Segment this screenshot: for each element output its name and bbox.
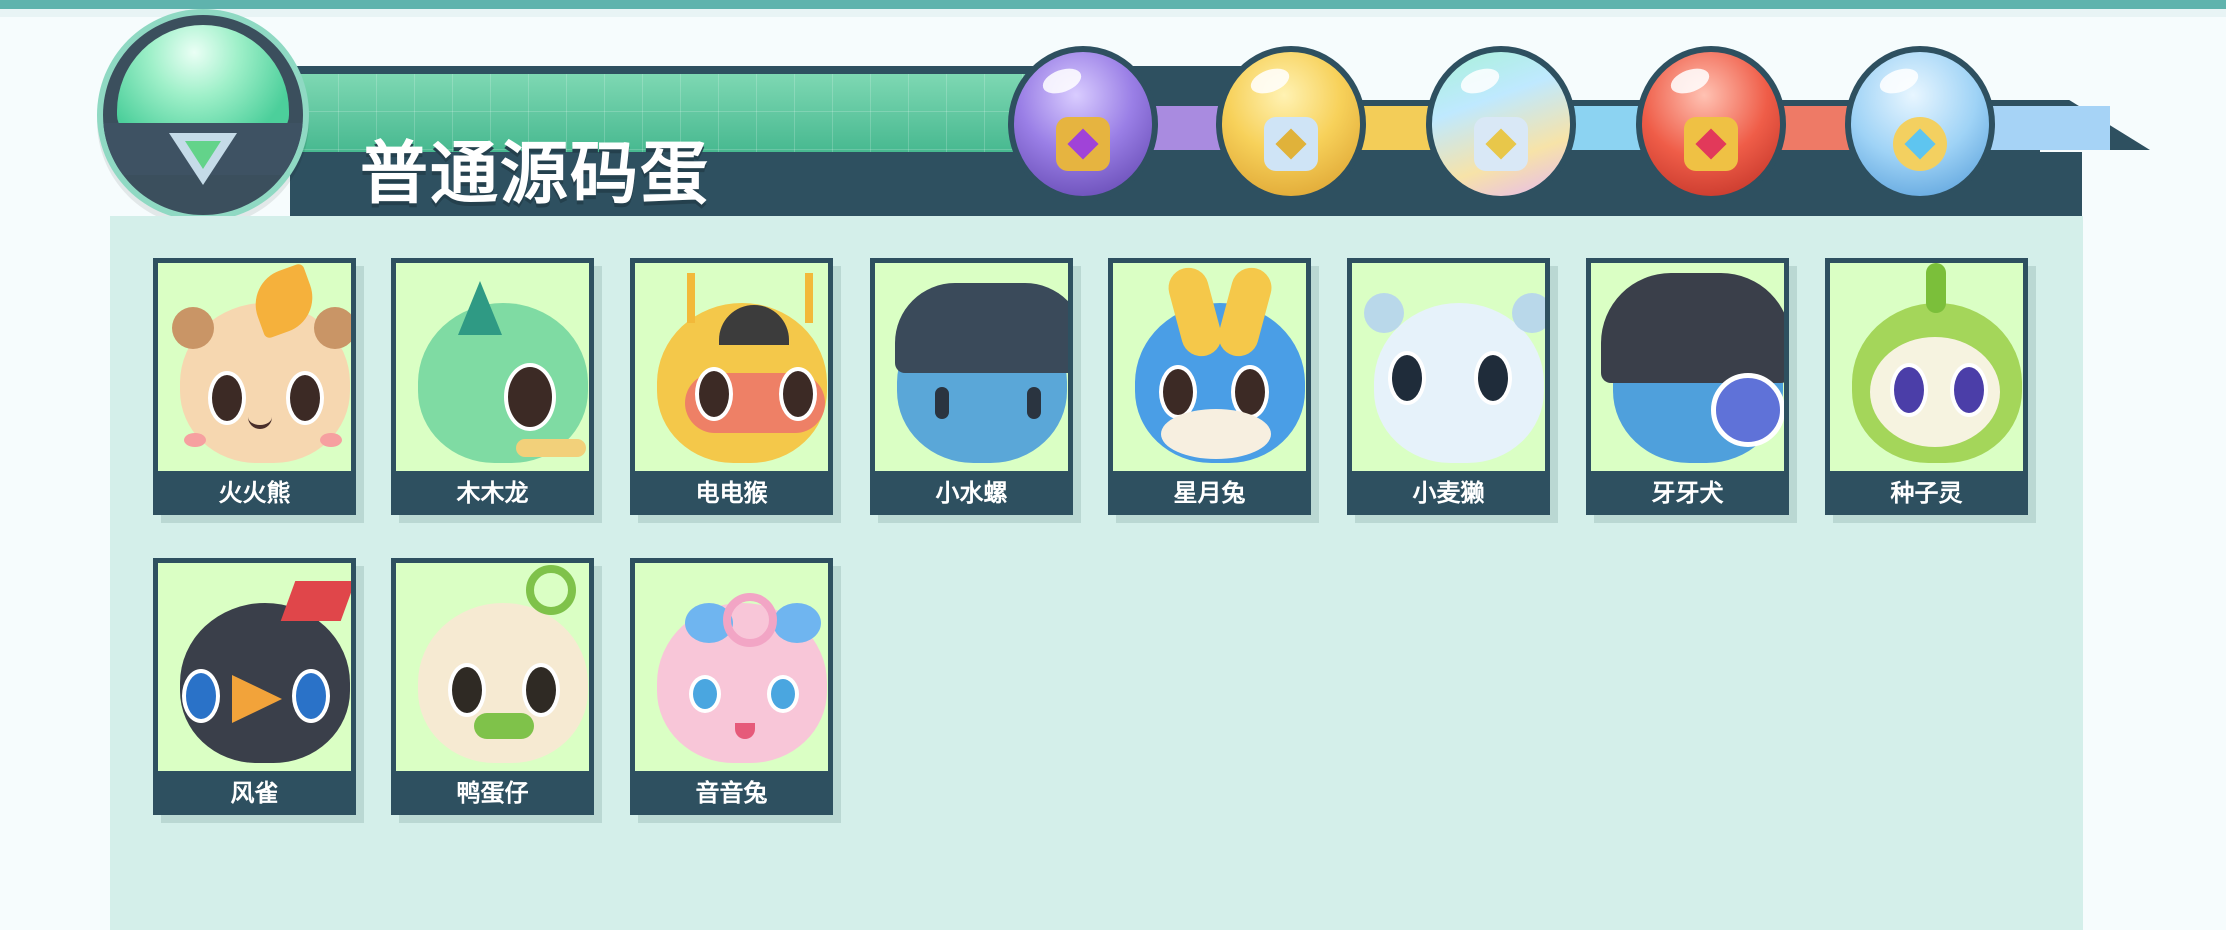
- pet-name: 火火熊: [218, 479, 291, 507]
- eye-icon: [522, 663, 560, 717]
- egg-gem-inner: [185, 141, 221, 169]
- shine-icon: [1667, 63, 1713, 99]
- eye-icon: [286, 371, 324, 425]
- pet-name: 小水螺: [935, 479, 1008, 507]
- pet-portrait: [635, 263, 828, 471]
- bow-icon: [773, 603, 821, 643]
- pet-name: 鸭蛋仔: [456, 779, 529, 807]
- shine-icon: [1876, 63, 1922, 99]
- eye-icon: [1890, 363, 1928, 417]
- eye-icon: [504, 363, 556, 431]
- pet-portrait: [1830, 263, 2023, 471]
- sprout-icon: [1926, 263, 1946, 313]
- vine-icon: [526, 565, 576, 615]
- pet-name: 电电猴: [695, 479, 768, 507]
- pet-portrait: [1352, 263, 1545, 471]
- pet-portrait: [396, 563, 589, 771]
- pet-card[interactable]: 小水螺: [870, 258, 1073, 515]
- eye-icon: [779, 367, 817, 421]
- pet-card[interactable]: 音音兔: [630, 558, 833, 815]
- top-strip: [0, 0, 2226, 9]
- pet-card[interactable]: 鸭蛋仔: [391, 558, 594, 815]
- beak-icon: [474, 713, 534, 739]
- pet-name: 音音兔: [695, 779, 768, 807]
- ear-icon: [1364, 293, 1404, 333]
- ear-icon: [314, 307, 351, 349]
- pet-card[interactable]: 火火熊: [153, 258, 356, 515]
- eye-icon: [1950, 363, 1988, 417]
- eye-icon: [292, 669, 330, 723]
- antenna-icon: [687, 273, 695, 323]
- eye-icon: [182, 669, 220, 723]
- pet-card[interactable]: 电电猴: [630, 258, 833, 515]
- eye-icon: [767, 675, 799, 713]
- pet-card[interactable]: 木木龙: [391, 258, 594, 515]
- red-egg-tab[interactable]: [1636, 46, 1786, 202]
- pet-portrait: [158, 263, 351, 471]
- hood-icon: [1601, 273, 1784, 383]
- pet-name: 牙牙犬: [1651, 479, 1724, 507]
- pet-name: 木木龙: [456, 479, 529, 507]
- cheek-icon: [320, 433, 342, 447]
- pet-portrait: [158, 563, 351, 771]
- pet-card[interactable]: 牙牙犬: [1586, 258, 1789, 515]
- egg-dome: [117, 25, 289, 135]
- beak-icon: [232, 675, 282, 723]
- shine-icon: [1457, 63, 1503, 99]
- shell-icon: [895, 283, 1068, 373]
- eye-icon: [1027, 387, 1041, 419]
- pet-name: 种子灵: [1890, 479, 1963, 507]
- pet-portrait: [875, 263, 1068, 471]
- eye-icon: [689, 675, 721, 713]
- ear-icon: [1512, 293, 1545, 333]
- top-strip-shadow: [0, 9, 2226, 17]
- sky-egg-tab[interactable]: [1845, 46, 1995, 202]
- eye-icon: [1388, 351, 1426, 405]
- eye-icon: [448, 663, 486, 717]
- pet-card[interactable]: 小麦獭: [1347, 258, 1550, 515]
- pet-portrait: [635, 563, 828, 771]
- rainbow-egg-tab[interactable]: [1426, 46, 1576, 202]
- pet-portrait: [1113, 263, 1306, 471]
- pet-name: 星月兔: [1173, 479, 1246, 507]
- antenna-icon: [805, 273, 813, 323]
- belly-icon: [1161, 409, 1271, 459]
- ear-icon: [172, 307, 214, 349]
- shine-icon: [1039, 63, 1085, 99]
- pet-portrait: [1591, 263, 1784, 471]
- eye-icon: [208, 371, 246, 425]
- tail-icon: [516, 439, 586, 457]
- shine-icon: [1247, 63, 1293, 99]
- eye-icon: [935, 387, 949, 419]
- eye-icon: [695, 367, 733, 421]
- eye-icon: [1711, 373, 1784, 447]
- pet-face: [418, 603, 588, 763]
- horn-icon: [458, 281, 502, 335]
- common-egg-icon: [103, 15, 303, 215]
- purple-egg-tab[interactable]: [1008, 46, 1158, 202]
- pet-card[interactable]: 星月兔: [1108, 258, 1311, 515]
- eye-icon: [1474, 351, 1512, 405]
- pet-card[interactable]: 风雀: [153, 558, 356, 815]
- gold-egg-tab[interactable]: [1216, 46, 1366, 202]
- pet-portrait: [396, 263, 589, 471]
- pet-name: 风雀: [230, 779, 279, 807]
- pet-card[interactable]: 种子灵: [1825, 258, 2028, 515]
- cheek-icon: [184, 433, 206, 447]
- crest-icon: [280, 581, 351, 621]
- page-title: 普通源码蛋: [360, 135, 711, 214]
- swirl-icon: [723, 593, 777, 647]
- pet-name: 小麦獭: [1412, 479, 1485, 507]
